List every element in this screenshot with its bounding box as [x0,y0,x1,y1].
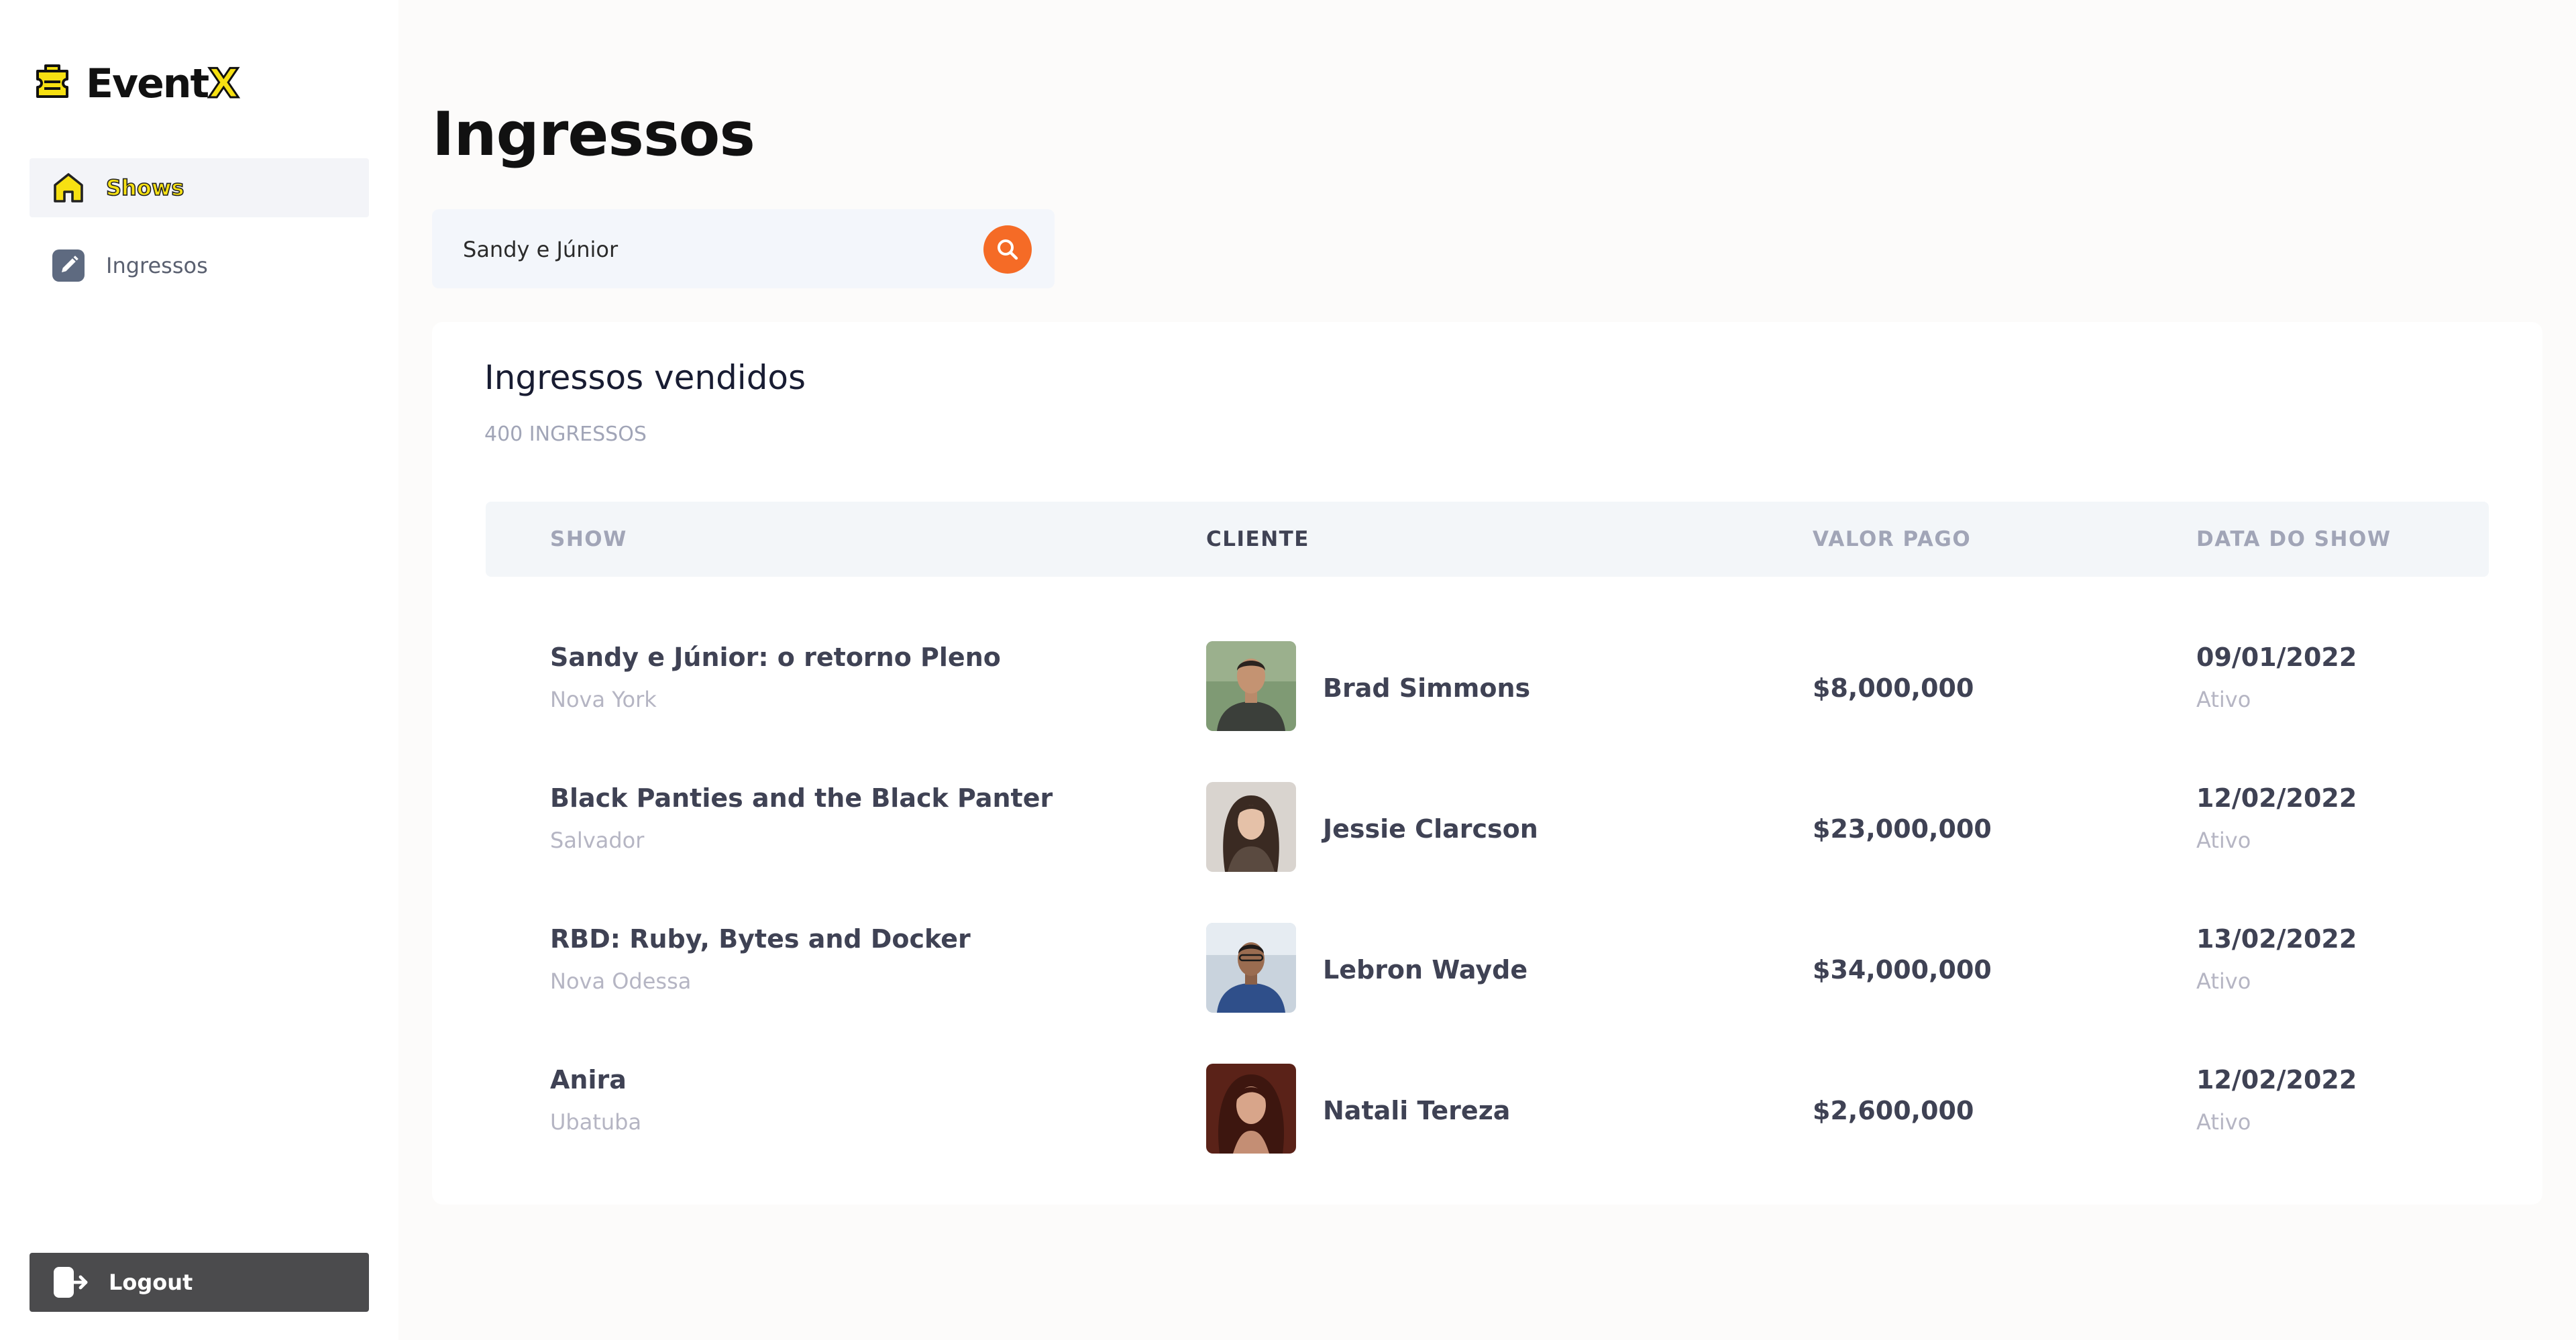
sidebar-item-label: Shows [105,174,184,201]
search-button[interactable] [983,225,1032,274]
brand-name-accent: X [207,60,240,107]
status-label: Ativo [2196,687,2251,712]
status-label: Ativo [2196,828,2251,853]
client-name[interactable]: Natali Tereza [1323,1096,1510,1125]
show-date: 09/01/2022 [2196,643,2357,672]
app: EventX Shows Ingressos Logout Ingressos … [0,0,2576,1340]
show-name[interactable]: Anira [550,1065,641,1095]
avatar-photo [1206,641,1296,731]
logout-label: Logout [109,1270,193,1295]
show-name[interactable]: Sandy e Júnior: o retorno Pleno [550,643,1001,672]
show-cell: RBD: Ruby, Bytes and Docker Nova Odessa [550,924,971,994]
sidebar: EventX Shows Ingressos Logout [0,11,398,1340]
table-header: SHOW CLIENTE VALOR PAGO DATA DO SHOW [486,502,2489,577]
column-header-cliente[interactable]: CLIENTE [1206,527,1309,551]
date-cell: 12/02/2022 Ativo [2196,1065,2357,1135]
page-title: Ingressos [432,99,755,170]
column-header-show[interactable]: SHOW [550,527,627,551]
sidebar-item-label: Ingressos [106,253,208,278]
avatar-photo [1206,782,1296,872]
home-icon [54,173,83,203]
show-city: Nova York [550,687,657,712]
valor-pago: $23,000,000 [1813,814,1992,844]
show-cell: Anira Ubatuba [550,1065,641,1135]
table-row[interactable]: Black Panties and the Black Panter Salva… [486,735,2489,876]
show-cell: Black Panties and the Black Panter Salva… [550,783,1053,853]
show-date: 12/02/2022 [2196,1065,2357,1095]
valor-pago: $34,000,000 [1813,955,1992,985]
client-name[interactable]: Jessie Clarcson [1323,814,1538,844]
show-city: Nova Odessa [550,968,692,994]
card-title: Ingressos vendidos [484,358,806,397]
show-cell: Sandy e Júnior: o retorno Pleno Nova Yor… [550,643,1001,712]
show-city: Ubatuba [550,1109,642,1135]
status-label: Ativo [2196,968,2251,994]
table-row[interactable]: RBD: Ruby, Bytes and Docker Nova Odessa … [486,876,2489,1017]
column-header-valor-pago[interactable]: VALOR PAGO [1813,527,1971,551]
avatar [1206,1064,1296,1154]
date-cell: 09/01/2022 Ativo [2196,643,2357,712]
brand-name-main: Event [86,60,209,107]
logout-button[interactable]: Logout [30,1253,369,1312]
show-date: 13/02/2022 [2196,924,2357,954]
client-name[interactable]: Brad Simmons [1323,673,1530,703]
avatar [1206,923,1296,1013]
tickets-card: Ingressos vendidos 400 INGRESSOS SHOW CL… [432,322,2542,1205]
show-name[interactable]: RBD: Ruby, Bytes and Docker [550,924,971,954]
show-name[interactable]: Black Panties and the Black Panter [550,783,1053,813]
avatar-photo [1206,1064,1296,1154]
avatar [1206,641,1296,731]
ticket-logo-icon [36,64,68,98]
sidebar-item-shows[interactable]: Shows [30,158,369,217]
column-header-data-do-show[interactable]: DATA DO SHOW [2196,527,2392,551]
table-row[interactable]: Sandy e Júnior: o retorno Pleno Nova Yor… [486,594,2489,735]
search-bar [432,209,1055,288]
brand-name: EventX [86,63,240,105]
search-input[interactable] [462,229,974,270]
show-city: Salvador [550,828,645,853]
status-label: Ativo [2196,1109,2251,1135]
main-content: Ingressos Ingressos vendidos 400 INGRESS… [398,0,2576,1340]
avatar-photo [1206,923,1296,1013]
sidebar-item-ingressos[interactable]: Ingressos [30,236,369,295]
date-cell: 13/02/2022 Ativo [2196,924,2357,994]
valor-pago: $2,600,000 [1813,1096,1974,1125]
show-date: 12/02/2022 [2196,783,2357,813]
avatar [1206,782,1296,872]
brand-logo[interactable]: EventX [32,63,240,105]
search-icon [998,239,1018,260]
client-name[interactable]: Lebron Wayde [1323,955,1527,985]
date-cell: 12/02/2022 Ativo [2196,783,2357,853]
edit-icon [52,249,85,282]
tickets-count: 400 INGRESSOS [484,423,647,446]
table-row[interactable]: Anira Ubatuba Natali Tereza $2,600,000 1… [486,1017,2489,1158]
valor-pago: $8,000,000 [1813,673,1974,703]
logout-icon [54,1267,88,1298]
